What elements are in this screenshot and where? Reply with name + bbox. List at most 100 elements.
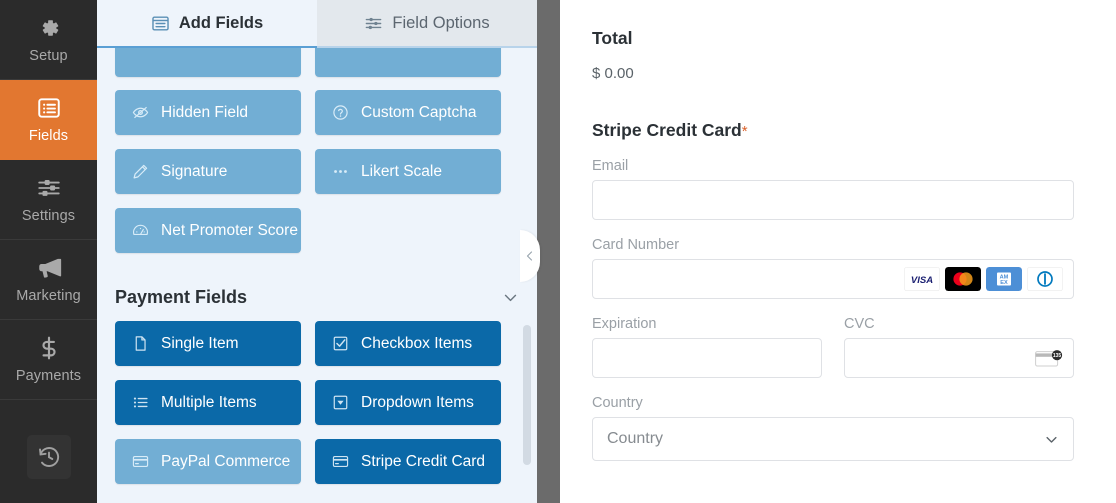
field-button-label: Multiple Items [161, 393, 257, 411]
field-button-label: Hidden Field [161, 103, 249, 121]
sliders-icon [36, 175, 62, 201]
cvc-label: CVC [844, 316, 875, 332]
dollar-icon [36, 335, 62, 361]
tab-add-fields[interactable]: Add Fields [97, 0, 317, 48]
sidebar-item-label: Settings [21, 208, 76, 224]
field-button-label: Dropdown Items [361, 393, 474, 411]
field-button-label: Signature [161, 162, 228, 180]
svg-text:VISA: VISA [911, 275, 933, 286]
field-button-hidden-field[interactable]: Hidden Field [115, 90, 301, 135]
eye-slash-icon [132, 104, 149, 121]
expiration-field[interactable] [592, 338, 822, 378]
gear-icon [36, 15, 62, 41]
file-icon [132, 335, 149, 352]
stripe-heading-text: Stripe Credit Card [592, 120, 742, 140]
mastercard-icon [945, 267, 981, 291]
field-button-label: Likert Scale [361, 162, 442, 180]
sidebar-item-label: Marketing [16, 288, 81, 304]
sidebar-item-settings[interactable]: Settings [0, 160, 97, 240]
field-button-multiple-items[interactable]: Multiple Items [115, 380, 301, 425]
field-button-label: Net Promoter Score [161, 221, 298, 239]
tab-field-options[interactable]: Field Options [317, 0, 537, 48]
checkbox-icon [332, 335, 349, 352]
expiration-column: Expiration [592, 299, 822, 378]
fields-grid-icon [151, 14, 170, 33]
country-label: Country [592, 395, 643, 411]
tab-label: Add Fields [178, 13, 264, 32]
amex-icon: AMEX [986, 267, 1022, 291]
form-preview: Total $ 0.00 Stripe Credit Card* Email C… [560, 0, 1116, 503]
pencil-icon [132, 163, 149, 180]
cvc-field[interactable]: 135 [844, 338, 1074, 378]
expiration-label: Expiration [592, 316, 657, 332]
field-button-dropdown-items[interactable]: Dropdown Items [315, 380, 501, 425]
gauge-icon [132, 222, 149, 239]
field-options-icon [364, 14, 383, 33]
field-button-custom-captcha[interactable]: Custom Captcha [315, 90, 501, 135]
chevron-down-icon [1044, 432, 1059, 447]
dropdown-icon [332, 394, 349, 411]
field-button-likert-scale[interactable]: Likert Scale [315, 149, 501, 194]
payment-fields-section-header[interactable]: Payment Fields [115, 287, 519, 308]
credit-card-icon [132, 453, 149, 470]
expiration-cvc-row: Expiration CVC 135 [592, 299, 1074, 378]
panel-tabs: Add Fields Field Options [97, 0, 537, 48]
revision-history-icon [37, 445, 61, 469]
field-button-net-promoter-score[interactable]: Net Promoter Score [115, 208, 301, 253]
question-mark-icon [332, 104, 349, 121]
field-button-checkbox-items[interactable]: Checkbox Items [315, 321, 501, 366]
revision-history-button[interactable] [26, 435, 71, 479]
add-fields-panel: Add Fields Field Options Hidden Field Cu… [97, 0, 537, 503]
visa-icon: VISA [904, 267, 940, 291]
bullet-list-icon [132, 394, 149, 411]
dots-icon [332, 163, 349, 180]
field-button-stripe-credit-card[interactable]: Stripe Credit Card [315, 439, 501, 484]
panel-scrollbar[interactable] [523, 325, 531, 465]
stripe-credit-card-heading: Stripe Credit Card* [592, 120, 1074, 141]
country-select[interactable]: Country [592, 417, 1074, 461]
sidebar-item-marketing[interactable]: Marketing [0, 240, 97, 320]
panel-divider [537, 0, 560, 503]
field-button-label: Checkbox Items [361, 334, 473, 352]
total-label: Total [592, 28, 633, 48]
field-button-single-item[interactable]: Single Item [115, 321, 301, 366]
field-button-paypal-commerce[interactable]: PayPal Commerce [115, 439, 301, 484]
card-cvc-135-icon: 135 [1035, 349, 1063, 366]
required-marker: * [741, 123, 748, 140]
payment-fields-grid: Single Item Checkbox Items Multiple Item… [115, 321, 519, 484]
sidebar-item-setup[interactable]: Setup [0, 0, 97, 80]
field-button-label: Stripe Credit Card [361, 452, 486, 470]
list-icon [36, 95, 62, 121]
svg-text:EX: EX [1000, 280, 1008, 286]
svg-text:135: 135 [1053, 353, 1062, 359]
field-button-label: Single Item [161, 334, 239, 352]
card-brand-icons: VISA AM EX [904, 267, 1063, 291]
sidebar-bottom [0, 411, 97, 503]
field-button-signature[interactable]: Signature [115, 149, 301, 194]
country-selected-value: Country [607, 430, 664, 447]
chevron-left-icon [524, 250, 536, 262]
tab-label: Field Options [392, 13, 490, 32]
total-value: $ 0.00 [592, 65, 634, 82]
sidebar-item-label: Setup [29, 48, 68, 64]
field-button-label: PayPal Commerce [161, 452, 291, 470]
standard-fields-grid: Hidden Field Custom Captcha Signature Li… [115, 90, 519, 253]
email-field[interactable] [592, 180, 1074, 220]
sidebar-item-label: Fields [28, 128, 69, 144]
form-builder-app: Setup Fields Settings Marketing Payments [0, 0, 1116, 503]
card-number-label: Card Number [592, 237, 680, 253]
email-label: Email [592, 158, 629, 174]
sidebar-item-fields[interactable]: Fields [0, 80, 97, 160]
cvc-column: CVC 135 [844, 299, 1074, 378]
sidebar-item-payments[interactable]: Payments [0, 320, 97, 400]
field-button-label: Custom Captcha [361, 103, 477, 121]
payment-fields-title: Payment Fields [115, 287, 248, 307]
credit-card-icon [332, 453, 349, 470]
chevron-down-icon[interactable] [502, 289, 519, 306]
fields-scroll-area[interactable]: Hidden Field Custom Captcha Signature Li… [97, 32, 537, 503]
sidebar-item-label: Payments [15, 368, 82, 384]
left-sidebar: Setup Fields Settings Marketing Payments [0, 0, 97, 503]
megaphone-icon [36, 255, 62, 281]
card-number-field[interactable]: VISA AM EX [592, 259, 1074, 299]
